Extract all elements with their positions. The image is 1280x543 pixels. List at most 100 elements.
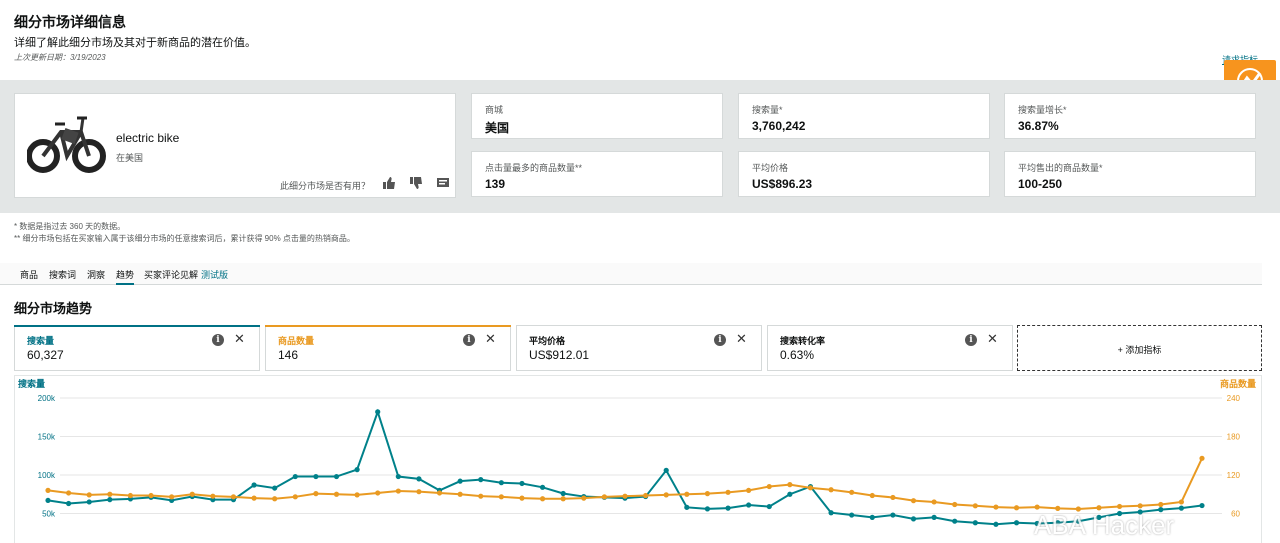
data-point	[910, 498, 917, 504]
data-point	[1178, 505, 1184, 511]
metric-label: 搜索转化率	[780, 336, 826, 346]
stat-value: 36.87%	[1018, 119, 1059, 133]
data-point	[313, 491, 319, 497]
data-point	[478, 493, 484, 499]
comment-icon[interactable]	[436, 176, 452, 190]
page-header: 细分市场详细信息 详细了解此细分市场及其对于新商品的潜在价值。 上次更新日期：3…	[0, 0, 1280, 80]
data-point	[1199, 502, 1205, 509]
info-icon[interactable]: i	[965, 334, 977, 346]
stat-top-clicked-products: 点击量最多的商品数量** 139	[471, 151, 723, 197]
stat-label: 商城	[485, 105, 504, 115]
stat-average-units-sold: 平均售出的商品数量* 100-250	[1004, 151, 1256, 197]
data-point	[169, 494, 175, 500]
data-point	[498, 494, 504, 500]
data-point	[622, 493, 628, 499]
data-point	[519, 480, 525, 487]
data-point	[107, 491, 113, 497]
tab-label: 买家评论见解	[144, 270, 199, 280]
data-point	[416, 489, 422, 495]
data-point	[45, 497, 51, 504]
data-point	[746, 502, 752, 508]
data-point	[869, 492, 875, 499]
data-point	[251, 482, 257, 488]
stat-label: 平均价格	[752, 163, 789, 173]
info-icon[interactable]: i	[714, 334, 726, 346]
metric-value: 60,327	[27, 348, 64, 362]
data-point	[375, 409, 381, 415]
close-icon[interactable]: ✕	[234, 331, 245, 347]
data-point	[849, 489, 855, 495]
stat-search-growth: 搜索量增长* 36.87%	[1004, 93, 1256, 139]
data-point	[684, 504, 690, 510]
data-point	[787, 491, 793, 497]
stat-value: 139	[485, 177, 506, 191]
last-updated-date: 上次更新日期：3/19/2023	[14, 53, 106, 62]
tab-search-terms[interactable]: 搜索词	[49, 268, 76, 281]
data-point	[230, 494, 237, 500]
data-point	[766, 503, 772, 510]
right-tick-label: 180	[1227, 433, 1241, 442]
thumbs-down-icon[interactable]	[409, 176, 425, 190]
info-icon[interactable]: i	[212, 334, 224, 346]
metric-value: 0.63%	[780, 348, 815, 362]
data-point	[890, 494, 896, 501]
metric-card-average-price[interactable]: 平均价格 US$912.01 i ✕	[516, 325, 762, 371]
data-point	[1137, 503, 1143, 509]
data-point	[539, 496, 546, 502]
data-point	[993, 521, 999, 527]
left-axis-title: 搜索量	[18, 378, 45, 389]
data-point	[395, 488, 401, 494]
thumbs-up-icon[interactable]	[382, 176, 398, 190]
metric-color-bar	[14, 325, 260, 327]
close-icon[interactable]: ✕	[485, 331, 496, 347]
data-point	[828, 510, 834, 516]
data-point	[828, 487, 834, 493]
page-title: 细分市场详细信息	[14, 14, 126, 30]
beta-label: 测试版	[201, 270, 229, 280]
stat-label: 平均售出的商品数量*	[1018, 163, 1103, 173]
metric-label: 搜索量	[27, 336, 55, 346]
data-point	[643, 492, 649, 499]
data-point	[560, 496, 566, 502]
data-point	[704, 506, 711, 512]
right-tick-label: 120	[1227, 471, 1241, 480]
add-metric-button[interactable]: + 添加指标	[1017, 325, 1262, 371]
data-point	[849, 512, 855, 518]
metric-card-product-count[interactable]: 商品数量 146 i ✕	[265, 325, 511, 371]
metric-label: 商品数量	[278, 336, 315, 346]
tab-trends[interactable]: 趋势	[116, 268, 135, 285]
data-point	[972, 503, 978, 509]
data-point	[1158, 501, 1164, 508]
footnotes: * 数据是指过去 360 天的数据。 ** 细分市场包括在买家输入属于该细分市场…	[14, 221, 355, 245]
stat-value: 美国	[485, 121, 510, 135]
watermark-text: ABA Hacker	[1034, 510, 1175, 540]
data-point	[272, 485, 278, 491]
footnote: ** 细分市场包括在买家输入属于该细分市场的任意搜索词后，累计获得 90% 点击…	[14, 234, 355, 243]
metric-value: 146	[278, 348, 299, 362]
stat-search-volume: 搜索量* 3,760,242	[738, 93, 990, 139]
data-point	[952, 501, 958, 508]
niche-name: electric bike	[116, 131, 180, 145]
data-point	[725, 505, 731, 511]
data-point	[210, 493, 216, 499]
stat-value: 3,760,242	[752, 119, 806, 133]
close-icon[interactable]: ✕	[736, 331, 747, 347]
stat-label: 搜索量*	[752, 105, 783, 115]
data-point	[313, 473, 319, 480]
stat-label: 搜索量增长*	[1018, 105, 1067, 115]
niche-details-page: 细分市场详细信息 详细了解此细分市场及其对于新商品的潜在价值。 上次更新日期：3…	[0, 0, 1280, 543]
data-point	[251, 495, 257, 501]
close-icon[interactable]: ✕	[987, 331, 998, 347]
metric-card-search-volume[interactable]: 搜索量 60,327 i ✕	[14, 325, 260, 371]
data-point	[539, 484, 546, 490]
metric-card-conversion-rate[interactable]: 搜索转化率 0.63% i ✕	[767, 325, 1013, 371]
data-point	[478, 477, 484, 483]
data-point	[333, 473, 340, 480]
metric-color-bar	[265, 325, 511, 327]
info-icon[interactable]: i	[463, 334, 475, 346]
data-point	[375, 490, 381, 496]
tab-insights[interactable]: 洞察	[87, 268, 105, 281]
tab-products[interactable]: 商品	[20, 268, 38, 281]
tab-customer-reviews[interactable]: 买家评论见解 测试版	[144, 268, 228, 281]
electric-bike-image	[26, 104, 107, 184]
